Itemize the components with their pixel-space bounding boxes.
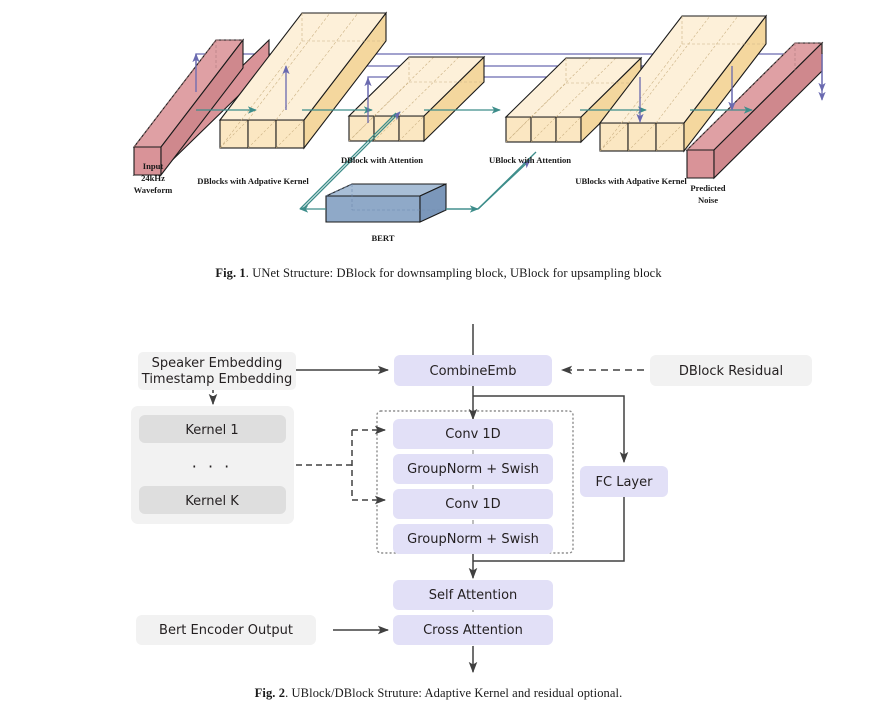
dblock-residual-label: DBlock Residual <box>679 364 783 379</box>
conv1d-label-1: Conv 1D <box>445 427 500 442</box>
dblock-residual-block[interactable]: DBlock Residual <box>650 355 812 386</box>
figure-2-caption-number: Fig. 2 <box>254 686 286 700</box>
fc-layer-label: FC Layer <box>596 475 654 490</box>
figure-page: Input 24kHz Waveform DBlocks with Adpati… <box>0 0 877 724</box>
groupnorm-swish-label-2: GroupNorm + Swish <box>407 532 539 547</box>
kernel-ellipsis: · · · <box>192 457 232 476</box>
speaker-embedding-block[interactable]: Speaker Embedding Timestamp Embedding <box>138 352 296 390</box>
bert-encoder-output-block[interactable]: Bert Encoder Output <box>136 615 316 645</box>
groupnorm-swish-block-2[interactable]: GroupNorm + Swish <box>393 524 553 554</box>
kernel-first-block[interactable]: Kernel 1 <box>139 415 286 443</box>
fc-layer-block[interactable]: FC Layer <box>580 466 668 497</box>
groupnorm-swish-label-1: GroupNorm + Swish <box>407 462 539 477</box>
combine-emb-block[interactable]: CombineEmb <box>394 355 552 386</box>
groupnorm-swish-block-1[interactable]: GroupNorm + Swish <box>393 454 553 484</box>
figure-2-caption-text: . UBlock/DBlock Struture: Adaptive Kerne… <box>285 686 623 700</box>
self-attention-block[interactable]: Self Attention <box>393 580 553 610</box>
cross-attention-block[interactable]: Cross Attention <box>393 615 553 645</box>
figure-2-diagram: Speaker Embedding Timestamp Embedding Ke… <box>131 324 812 674</box>
kernel-first-label: Kernel 1 <box>185 423 238 438</box>
conv1d-block-2[interactable]: Conv 1D <box>393 489 553 519</box>
kernel-to-conv-bus <box>296 425 387 505</box>
kernel-last-label: Kernel K <box>185 494 239 509</box>
speaker-embedding-label-line2: Timestamp Embedding <box>141 372 292 387</box>
conv1d-label-2: Conv 1D <box>445 497 500 512</box>
bert-encoder-output-label: Bert Encoder Output <box>159 623 293 638</box>
kernel-last-block[interactable]: Kernel K <box>139 486 286 514</box>
speaker-embedding-label-line1: Speaker Embedding <box>152 356 283 371</box>
conv1d-block-1[interactable]: Conv 1D <box>393 419 553 449</box>
self-attention-label: Self Attention <box>429 588 518 603</box>
cross-attention-label: Cross Attention <box>423 623 523 638</box>
combine-emb-label: CombineEmb <box>430 364 517 379</box>
figure-2-caption: Fig. 2. UBlock/DBlock Struture: Adaptive… <box>0 686 877 701</box>
